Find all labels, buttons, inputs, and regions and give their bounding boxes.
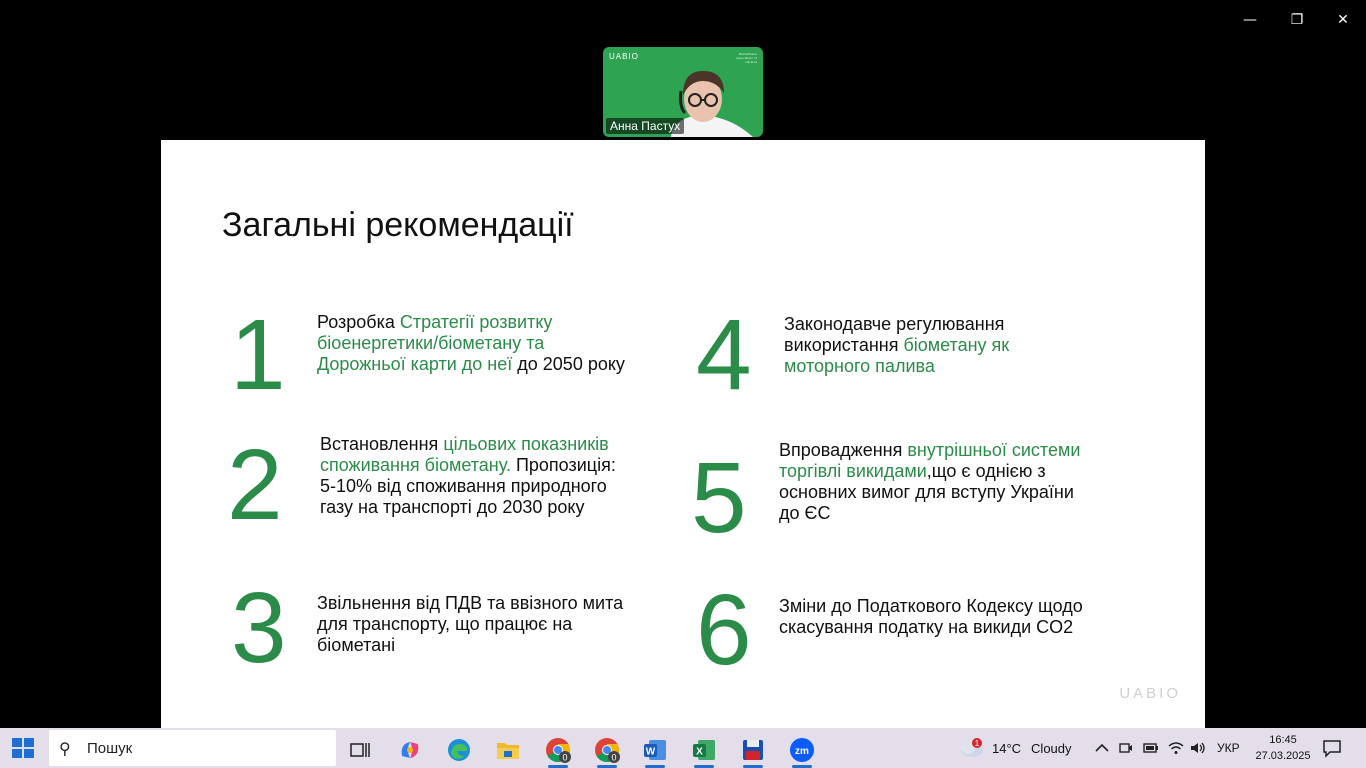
meet-now-button[interactable] (1119, 728, 1133, 768)
rec-2-text: Встановлення цільових показників спожива… (320, 434, 620, 518)
copilot-button[interactable] (390, 732, 430, 768)
word-icon: W (644, 740, 666, 760)
zoom-button[interactable]: zm (782, 732, 822, 768)
clock-date: 27.03.2025 (1255, 750, 1311, 762)
weather-temp: 14°C (992, 740, 1022, 756)
rec-1-text: Розробка Стратегії розвитку біоенергетик… (317, 312, 637, 375)
search-box[interactable]: ⚲ (49, 730, 336, 766)
participant-video[interactable]: UABIO Biomethane Association of Ukraine … (603, 47, 763, 137)
rec-plain-text: Звільнення від ПДВ та ввізного мита для … (317, 593, 624, 655)
excel-button[interactable]: X (684, 732, 724, 768)
minimize-button[interactable]: — (1238, 8, 1262, 32)
language-label: УКР (1217, 741, 1240, 755)
floppy-disk-icon (743, 740, 763, 760)
svg-text:X: X (696, 747, 703, 758)
rec-4-text: Законодавче регулювання використання біо… (784, 314, 1074, 377)
excel-icon: X (693, 740, 715, 760)
rec-5-number: 5 (691, 442, 747, 554)
close-button[interactable]: ✕ (1331, 8, 1355, 32)
rec-1-number: 1 (230, 299, 286, 411)
volume-button[interactable] (1190, 728, 1206, 768)
windows-icon (12, 738, 34, 758)
weather-widget[interactable]: 1 14°C Cloudy (958, 728, 1072, 768)
show-hidden-icons-button[interactable] (1095, 728, 1109, 768)
speaker-icon (1191, 742, 1205, 754)
rec-5-text: Впровадження внутрішньої системи торгівл… (779, 440, 1094, 524)
svg-text:W: W (646, 747, 656, 758)
network-button[interactable] (1168, 728, 1184, 768)
rec-plain-text: до 2050 року (512, 354, 625, 374)
rec-4-number: 4 (696, 299, 752, 411)
battery-button[interactable] (1143, 728, 1159, 768)
chrome-button-1[interactable]: 0 (538, 732, 578, 768)
participant-name: Анна Пастух (606, 118, 685, 134)
start-button[interactable] (12, 738, 34, 758)
rec-3-number: 3 (231, 572, 287, 684)
notification-icon (1323, 740, 1341, 758)
rec-6-text: Зміни до Податкового Кодексу щодо скасув… (779, 596, 1089, 638)
taskbar: ⚲ Пошук 0 0 W X zm 1 14°C Cloudy УКР 16:… (0, 728, 1366, 768)
chrome-icon: 0 (595, 738, 620, 763)
weather-condition: Cloudy (1031, 740, 1072, 756)
rec-6-number: 6 (696, 574, 752, 686)
rec-plain-text: Встановлення (320, 434, 444, 454)
file-explorer-button[interactable] (488, 732, 528, 768)
presentation-slide: Загальні рекомендації 1 Розробка Стратег… (161, 140, 1205, 728)
screen: — ❐ ✕ UABIO Biomethane Association of Uk… (0, 0, 1366, 768)
chrome-badge-1: 0 (562, 753, 567, 763)
clock-time: 16:45 (1269, 734, 1297, 746)
edge-icon (448, 739, 470, 761)
copilot-icon (401, 742, 419, 758)
rec-3-text: Звільнення від ПДВ та ввізного мита для … (317, 593, 642, 656)
notifications-button[interactable] (1322, 738, 1342, 762)
task-view-button[interactable] (340, 732, 380, 768)
rec-plain-text: Зміни до Податкового Кодексу щодо скасув… (779, 596, 1083, 637)
chrome-icon: 0 (546, 738, 571, 763)
clock[interactable]: 16:45 27.03.2025 (1253, 732, 1313, 764)
search-input[interactable] (87, 739, 327, 757)
search-icon: ⚲ (59, 738, 71, 758)
wifi-icon (1168, 742, 1184, 754)
camera-icon (1119, 743, 1132, 753)
slide-title: Загальні рекомендації (222, 206, 574, 244)
chrome-button-2[interactable]: 0 (587, 732, 627, 768)
save-app-button[interactable] (733, 732, 773, 768)
chrome-badge-2: 0 (611, 753, 616, 763)
zoom-label: zm (795, 746, 809, 757)
folder-icon (497, 743, 519, 759)
weather-badge: 1 (975, 739, 980, 748)
rec-2-number: 2 (227, 429, 283, 541)
cloud-icon: 1 (961, 738, 983, 757)
rec-plain-text: Розробка (317, 312, 400, 332)
rec-plain-text: Впровадження (779, 440, 908, 460)
task-view-icon (350, 743, 370, 757)
language-indicator[interactable]: УКР (1217, 728, 1240, 768)
edge-button[interactable] (439, 732, 479, 768)
chevron-up-icon (1095, 743, 1109, 752)
word-button[interactable]: W (635, 732, 675, 768)
restore-button[interactable]: ❐ (1285, 8, 1309, 32)
battery-icon (1143, 743, 1158, 753)
zoom-icon: zm (790, 738, 814, 762)
uabio-logo: UABIO (1119, 685, 1181, 702)
